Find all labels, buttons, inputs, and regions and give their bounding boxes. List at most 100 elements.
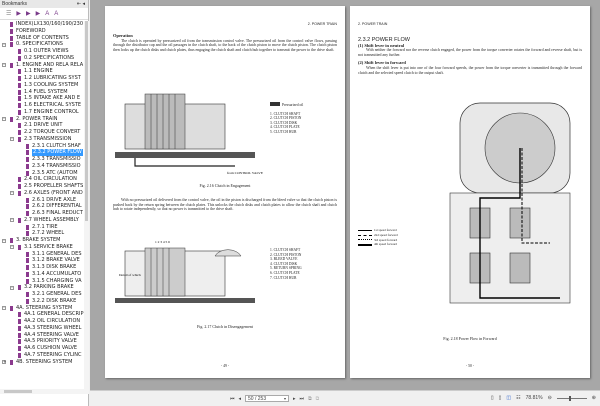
bookmark-item[interactable]: 4A.7 STEERING CYLINC <box>0 352 84 359</box>
previous-view-icon[interactable]: ⧉ <box>308 396 312 402</box>
bookmark-item[interactable]: 1.1 ENGINE <box>0 68 84 75</box>
bookmark-item[interactable]: +4B. STEERING SYSTEM <box>0 359 84 366</box>
add-bookmark-icon[interactable]: ▶ <box>16 10 21 17</box>
bookmark-item[interactable]: 3.1.1 GENERAL DES <box>0 251 84 258</box>
collapse-icon[interactable]: - <box>10 218 14 223</box>
bookmark-item[interactable]: - 1. ENGINE AND RELA RELA <box>0 62 84 69</box>
bookmark-icon <box>10 35 13 41</box>
bookmark-item[interactable]: 2.5 PROPELLER SHAFTS <box>0 183 84 190</box>
bookmark-item[interactable]: 1.3 COOLING SYSTEM <box>0 82 84 89</box>
bookmark-item[interactable]: 2.7.1 TIRE <box>0 224 84 231</box>
bookmark-item[interactable]: 2.3.3 TRANSMISSIO <box>0 156 84 163</box>
svg-text:1 2 3 4 5 6: 1 2 3 4 5 6 <box>155 240 170 244</box>
bookmark-item[interactable]: 1.7 ENGINE CONTROL <box>0 109 84 116</box>
bookmark-item[interactable]: - 0. SPECIFICATIONS <box>0 41 84 48</box>
facing-pages-icon[interactable]: ◫ <box>506 395 511 401</box>
bookmark-item[interactable]: 4A.5 PRIORITY VALVE <box>0 338 84 345</box>
bookmark-item[interactable]: - 4A. STEERING SYSTEM <box>0 305 84 312</box>
bookmark-item[interactable]: 2.3.4 TRANSMISSIO <box>0 163 84 170</box>
options-icon[interactable]: ☰ <box>6 10 11 17</box>
bookmark-item[interactable]: - 2.6 AXLES (FRONT AND <box>0 190 84 197</box>
bookmark-item[interactable]: - 3. BRAKE SYSTEM <box>0 237 84 244</box>
bookmark-item[interactable]: TABLE OF CONTENTS <box>0 35 84 42</box>
bookmark-item[interactable]: 0.1 OUTER VIEWS <box>0 48 84 55</box>
bookmark-item[interactable]: INDEX(LX130/160/190/230 <box>0 21 84 28</box>
horizontal-scrollbar[interactable] <box>0 389 89 394</box>
collapse-icon[interactable]: - <box>2 306 6 310</box>
collapse-icon[interactable]: - <box>10 245 14 250</box>
bookmark-item[interactable]: 2.4 OIL CIRCULATION <box>0 176 84 183</box>
zoom-in-icon[interactable]: ⊕ <box>592 395 596 401</box>
bookmark-icon <box>26 231 29 237</box>
collapse-icon[interactable]: - <box>2 238 6 243</box>
bookmark-item[interactable]: 1.2 LUBRICATING SYST <box>0 75 84 82</box>
bookmark-properties-icon[interactable]: ▶ <box>36 10 41 17</box>
increase-font-icon[interactable]: A <box>45 11 49 17</box>
collapse-icon[interactable]: - <box>2 42 6 47</box>
bookmark-icon <box>18 285 21 291</box>
zoom-slider[interactable] <box>556 395 587 401</box>
bookmark-item[interactable]: 2.3.2 POWER FLOW <box>0 149 84 156</box>
bookmark-item[interactable]: 4A.2 OIL CIRCULATION <box>0 318 84 325</box>
bookmark-item[interactable]: 2.2 TORQUE CONVERT <box>0 129 84 136</box>
bookmark-item[interactable]: 0.2 SPECIFICATIONS <box>0 55 84 62</box>
zoom-level[interactable]: 78.81% <box>526 395 543 401</box>
bookmark-item[interactable]: 2.1 DRIVE UNIT <box>0 122 84 129</box>
next-page-icon[interactable]: ▸ <box>293 396 296 402</box>
bookmark-item[interactable]: 1.4 FUEL SYSTEM <box>0 89 84 96</box>
continuous-facing-icon[interactable]: ☷ <box>516 395 520 401</box>
bookmark-item[interactable]: 2.3.1 CLUTCH SHAF <box>0 143 84 150</box>
collapse-icon[interactable]: - <box>2 117 6 121</box>
document-view[interactable]: 2. POWER TRAIN Operation The clutch is o… <box>90 0 600 390</box>
chevron-down-icon[interactable]: ▾ <box>284 396 286 402</box>
bookmark-item[interactable]: - 2.3 TRANSMISSION <box>0 136 84 143</box>
bookmark-item[interactable]: 3.1.4 ACCUMULATO <box>0 271 84 278</box>
collapse-icon[interactable]: - <box>2 63 6 67</box>
bookmark-item[interactable]: 4A.3 STEERING WHEEL <box>0 325 84 332</box>
bookmark-item[interactable]: 2.3.5 ATC (AUTOM <box>0 170 84 177</box>
bookmark-item[interactable]: 3.2.1 GENERAL DES <box>0 291 84 298</box>
figure-caption: Fig. 2.18 Power Flow in Forward <box>443 336 497 341</box>
bookmark-icon <box>10 62 13 68</box>
bookmark-item[interactable]: FOREWORD <box>0 28 84 35</box>
first-page-icon[interactable]: ⏮ <box>230 396 235 402</box>
collapse-icon[interactable]: - <box>10 191 14 196</box>
single-page-icon[interactable]: ▯ <box>491 395 494 401</box>
bookmark-item[interactable]: 1.5 INTAKE AKE AND E <box>0 95 84 102</box>
collapse-icon[interactable]: - <box>10 285 14 290</box>
bookmark-label: 3.2.2 DISK BRAKE <box>32 297 77 304</box>
bookmark-item[interactable]: 2.7.2 WHEEL <box>0 230 84 237</box>
bookmark-item[interactable]: 2.6.1 DRIVE AXLE <box>0 197 84 204</box>
bookmark-item[interactable]: 2.6.3 FINAL REDUCT <box>0 210 84 217</box>
bookmark-item[interactable]: 1.6 ELECTRICAL SYSTE <box>0 102 84 109</box>
vertical-scrollbar[interactable] <box>84 21 89 389</box>
bookmark-item[interactable]: 4A.6 CUSHION VALVE <box>0 345 84 352</box>
bookmark-item[interactable]: 4A.4 STEERING VALVE <box>0 332 84 339</box>
last-page-icon[interactable]: ⏭ <box>300 396 305 402</box>
bookmark-item[interactable]: 3.1.2 BRAKE VALVE <box>0 257 84 264</box>
decrease-font-icon[interactable]: A <box>54 11 58 17</box>
bookmark-icon <box>18 123 21 129</box>
expand-icon[interactable]: + <box>2 360 6 364</box>
bookmark-item[interactable]: 4A.1 GENERAL DESCRIP <box>0 311 84 318</box>
bookmarks-panel: Bookmarks ⇤ ◂ ☰ ▶ ▶ ▶ A A INDEX(LX130/16… <box>0 0 89 406</box>
bookmark-item[interactable]: - 3.2 PARKING BRAKE <box>0 284 84 291</box>
delete-bookmark-icon[interactable]: ▶ <box>26 10 31 17</box>
panel-controls-icon[interactable]: ⇤ ◂ <box>77 0 85 8</box>
page-number-input[interactable]: 50 / 253 ▾ <box>245 395 290 402</box>
continuous-page-icon[interactable]: ▯ <box>499 395 502 401</box>
bookmark-item[interactable]: - 2. POWER TRAIN <box>0 116 84 123</box>
collapse-icon[interactable]: - <box>10 137 14 142</box>
bookmark-item[interactable]: 2.6.2 DIFFERENTIAL <box>0 203 84 210</box>
bookmark-item[interactable]: 3.2.2 DISK BRAKE <box>0 298 84 305</box>
bookmark-icon <box>26 143 29 149</box>
bookmark-icon <box>18 346 21 351</box>
bookmark-item[interactable]: 3.1.5 CHARGING VA <box>0 278 84 285</box>
zoom-out-icon[interactable]: ⊖ <box>548 395 552 401</box>
bookmark-label: 4A.3 STEERING WHEEL <box>24 324 82 331</box>
previous-page-icon[interactable]: ◂ <box>239 396 242 402</box>
bookmark-item[interactable]: - 2.7 WHEEL ASSEMBLY <box>0 217 84 224</box>
bookmark-item[interactable]: - 3.1 SERVICE BRAKE <box>0 244 84 251</box>
bookmark-item[interactable]: 3.1.3 DISK BRAKE <box>0 264 84 271</box>
next-view-icon[interactable]: ⧉ <box>316 396 320 402</box>
